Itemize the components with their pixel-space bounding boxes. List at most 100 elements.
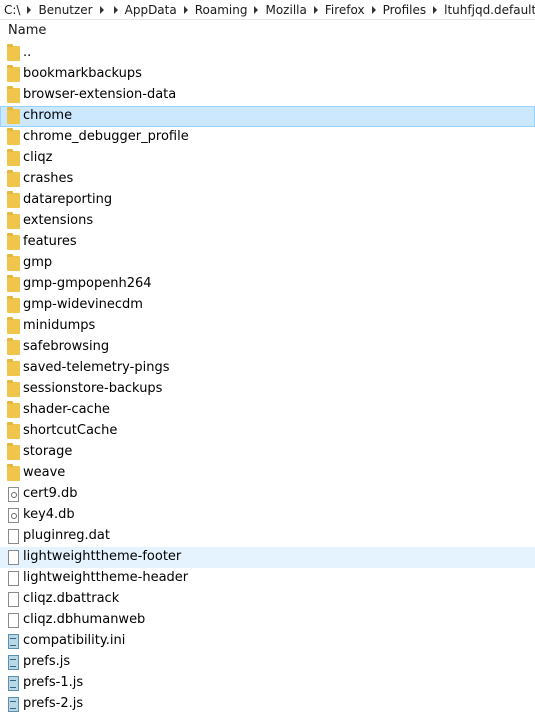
column-header-row: Name xyxy=(0,20,535,42)
item-name: crashes xyxy=(23,171,74,186)
breadcrumb-item-mozilla[interactable]: Mozilla xyxy=(261,3,310,17)
folder-icon xyxy=(7,107,20,124)
file-icon xyxy=(8,613,19,628)
item-name: .. xyxy=(23,45,32,60)
folder-icon xyxy=(7,443,20,460)
item-name: safebrowsing xyxy=(23,339,110,354)
folder-row[interactable]: shader-cache xyxy=(0,400,535,421)
file-row[interactable]: lightweighttheme-header xyxy=(0,568,535,589)
file-icon xyxy=(8,550,19,565)
folder-icon xyxy=(7,233,20,250)
file-row[interactable]: key4.db xyxy=(0,505,535,526)
script-file-icon xyxy=(8,655,19,670)
item-name: extensions xyxy=(23,213,94,228)
folder-icon xyxy=(7,464,20,481)
folder-icon xyxy=(7,149,20,166)
folder-row[interactable]: extensions xyxy=(0,211,535,232)
folder-row[interactable]: .. xyxy=(0,43,535,64)
folder-row[interactable]: crashes xyxy=(0,169,535,190)
breadcrumb-item-roaming[interactable]: Roaming xyxy=(191,3,252,17)
item-name: cliqz.dbhumanweb xyxy=(23,612,146,627)
item-name: saved-telemetry-pings xyxy=(23,360,170,375)
column-header-name[interactable]: Name xyxy=(8,23,46,38)
database-file-icon xyxy=(8,487,19,502)
file-row[interactable]: cliqz.dbattrack xyxy=(0,589,535,610)
folder-row[interactable]: browser-extension-data xyxy=(0,85,535,106)
item-name: cliqz.dbattrack xyxy=(23,591,120,606)
folder-icon xyxy=(7,86,20,103)
folder-row[interactable]: weave xyxy=(0,463,535,484)
item-name: chrome_debugger_profile xyxy=(23,129,189,144)
folder-icon xyxy=(7,359,20,376)
breadcrumb-item-firefox[interactable]: Firefox xyxy=(321,3,369,17)
breadcrumb-item-drive[interactable]: C:\ xyxy=(0,3,24,17)
folder-icon xyxy=(7,170,20,187)
folder-icon xyxy=(7,380,20,397)
breadcrumb-item-profiles[interactable]: Profiles xyxy=(379,3,431,17)
item-name: compatibility.ini xyxy=(23,633,126,648)
item-name: cert9.db xyxy=(23,486,78,501)
folder-row[interactable]: minidumps xyxy=(0,316,535,337)
breadcrumb[interactable]: C:\ Benutzer AppData Roaming Mozilla Fir… xyxy=(0,0,535,20)
item-name: prefs-1.js xyxy=(23,675,84,690)
folder-icon xyxy=(7,275,20,292)
file-row[interactable]: compatibility.ini xyxy=(0,631,535,652)
chevron-right-icon[interactable] xyxy=(183,5,188,14)
script-file-icon xyxy=(8,634,19,649)
chevron-right-icon[interactable] xyxy=(99,5,104,14)
script-file-icon xyxy=(8,697,19,712)
folder-icon xyxy=(7,422,20,439)
folder-row[interactable]: safebrowsing xyxy=(0,337,535,358)
file-icon xyxy=(8,529,19,544)
folder-row[interactable]: cliqz xyxy=(0,148,535,169)
folder-icon xyxy=(7,317,20,334)
file-row[interactable]: prefs.js xyxy=(0,652,535,673)
folder-row[interactable]: chrome xyxy=(0,106,535,127)
folder-row[interactable]: saved-telemetry-pings xyxy=(0,358,535,379)
file-row[interactable]: pluginreg.dat xyxy=(0,526,535,547)
item-name: storage xyxy=(23,444,73,459)
item-name: gmp-gmpopenh264 xyxy=(23,276,152,291)
folder-row[interactable]: sessionstore-backups xyxy=(0,379,535,400)
chevron-right-icon[interactable] xyxy=(27,5,32,14)
chevron-right-icon[interactable] xyxy=(113,5,118,14)
folder-row[interactable]: bookmarkbackups xyxy=(0,64,535,85)
chevron-right-icon[interactable] xyxy=(313,5,318,14)
chevron-right-icon[interactable] xyxy=(371,5,376,14)
folder-row[interactable]: gmp xyxy=(0,253,535,274)
folder-row[interactable]: datareporting xyxy=(0,190,535,211)
item-name: shader-cache xyxy=(23,402,110,417)
file-row[interactable]: lightweighttheme-footer xyxy=(0,547,535,568)
folder-row[interactable]: features xyxy=(0,232,535,253)
item-name: cliqz xyxy=(23,150,53,165)
item-name: sessionstore-backups xyxy=(23,381,163,396)
folder-row[interactable]: gmp-widevinecdm xyxy=(0,295,535,316)
breadcrumb-item-appdata[interactable]: AppData xyxy=(121,3,181,17)
item-name: lightweighttheme-footer xyxy=(23,549,182,564)
item-name: lightweighttheme-header xyxy=(23,570,189,585)
folder-icon xyxy=(7,254,20,271)
folder-row[interactable]: chrome_debugger_profile xyxy=(0,127,535,148)
item-name: features xyxy=(23,234,77,249)
item-name: bookmarkbackups xyxy=(23,66,142,81)
file-row[interactable]: cert9.db xyxy=(0,484,535,505)
item-name: minidumps xyxy=(23,318,96,333)
item-name: prefs.js xyxy=(23,654,71,669)
breadcrumb-item-users[interactable]: Benutzer xyxy=(34,3,96,17)
file-row[interactable]: prefs-1.js xyxy=(0,673,535,694)
folder-row[interactable]: shortcutCache xyxy=(0,421,535,442)
folder-row[interactable]: storage xyxy=(0,442,535,463)
item-name: pluginreg.dat xyxy=(23,528,110,543)
file-icon xyxy=(8,571,19,586)
folder-icon xyxy=(7,128,20,145)
item-name: gmp-widevinecdm xyxy=(23,297,143,312)
file-row[interactable]: cliqz.dbhumanweb xyxy=(0,610,535,631)
breadcrumb-item-profile[interactable]: ltuhfjqd.default xyxy=(440,3,535,17)
chevron-right-icon[interactable] xyxy=(254,5,259,14)
file-row[interactable]: prefs-2.js xyxy=(0,694,535,715)
file-icon xyxy=(8,592,19,607)
item-name: datareporting xyxy=(23,192,113,207)
item-name: gmp xyxy=(23,255,53,270)
folder-row[interactable]: gmp-gmpopenh264 xyxy=(0,274,535,295)
chevron-right-icon[interactable] xyxy=(433,5,438,14)
